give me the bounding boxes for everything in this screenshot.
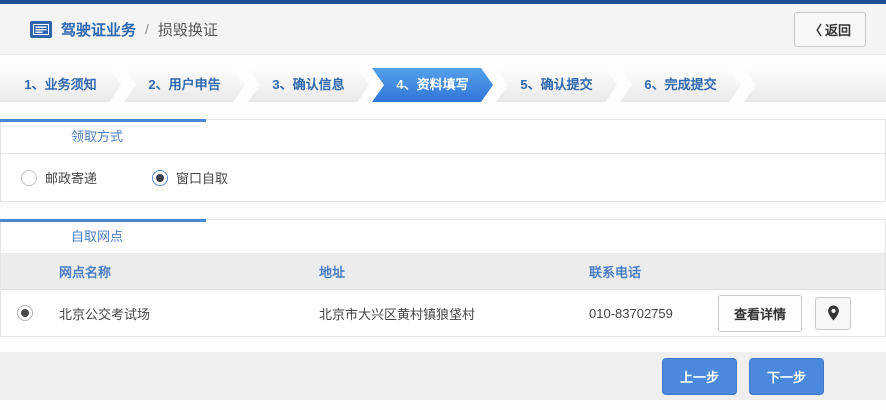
step-5-confirm-submit[interactable]: 5、确认提交 <box>496 68 617 102</box>
map-pin-button[interactable] <box>815 296 852 330</box>
previous-step-button[interactable]: 上一步 <box>661 357 737 395</box>
pickup-method-options: 邮政寄递 窗口自取 <box>1 154 885 201</box>
pickup-method-title: 领取方式 <box>1 120 885 154</box>
radio-postal-label: 邮政寄递 <box>45 171 98 186</box>
panel-accent-line <box>0 219 206 222</box>
back-button[interactable]: 〈 返回 <box>793 11 866 47</box>
radio-window-pickup-icon[interactable] <box>152 169 169 186</box>
next-step-button[interactable]: 下一步 <box>748 357 824 395</box>
page-subtitle: 损毁换证 <box>157 21 218 39</box>
breadcrumb-separator: / <box>145 21 149 37</box>
step-bar-filler <box>744 68 886 102</box>
step-1-business-notice[interactable]: 1、业务须知 <box>0 68 121 102</box>
radio-window-pickup-label: 窗口自取 <box>176 171 229 186</box>
pickup-location-panel: 自取网点 网点名称 地址 联系电话 北京公交考试场 北京市大兴区黄村镇狼垡村 0… <box>0 219 886 337</box>
table-header-row: 网点名称 地址 联系电话 <box>1 254 885 290</box>
breadcrumb: 驾驶证业务 / 损毁换证 <box>30 19 218 40</box>
card-list-icon <box>30 20 52 38</box>
column-header-phone: 联系电话 <box>589 265 642 280</box>
map-pin-icon <box>827 305 840 321</box>
footer-bar: 上一步 下一步 <box>0 352 886 400</box>
step-wizard: 1、业务须知 2、用户申告 3、确认信息 4、资料填写 5、确认提交 6、完成提… <box>0 68 886 102</box>
row-location-phone: 010-83702759 <box>589 305 673 321</box>
panel-accent-line <box>0 119 206 122</box>
pickup-location-title: 自取网点 <box>1 220 885 254</box>
step-2-user-declaration[interactable]: 2、用户申告 <box>124 68 245 102</box>
page-title: 驾驶证业务 <box>61 21 137 39</box>
row-location-name: 北京公交考试场 <box>59 306 151 322</box>
back-button-label: 返回 <box>824 22 851 38</box>
chevron-left-icon: 〈 <box>808 22 822 38</box>
column-header-address: 地址 <box>319 265 346 280</box>
step-6-complete-submit[interactable]: 6、完成提交 <box>620 68 741 102</box>
view-details-button[interactable]: 查看详情 <box>718 294 803 332</box>
row-location-address: 北京市大兴区黄村镇狼垡村 <box>319 306 476 322</box>
table-row[interactable]: 北京公交考试场 北京市大兴区黄村镇狼垡村 010-83702759 查看详情 <box>1 290 885 336</box>
radio-postal-icon[interactable] <box>21 169 37 186</box>
step-4-fill-data[interactable]: 4、资料填写 <box>372 68 493 102</box>
step-3-confirm-info[interactable]: 3、确认信息 <box>248 68 369 102</box>
radio-option-window-pickup[interactable]: 窗口自取 <box>152 168 228 187</box>
pickup-method-panel: 领取方式 邮政寄递 窗口自取 <box>0 119 886 202</box>
radio-row-select-icon[interactable] <box>17 305 33 321</box>
page-header: 驾驶证业务 / 损毁换证 〈 返回 <box>0 4 886 55</box>
radio-option-postal[interactable]: 邮政寄递 <box>21 168 97 187</box>
column-header-name: 网点名称 <box>59 265 112 280</box>
